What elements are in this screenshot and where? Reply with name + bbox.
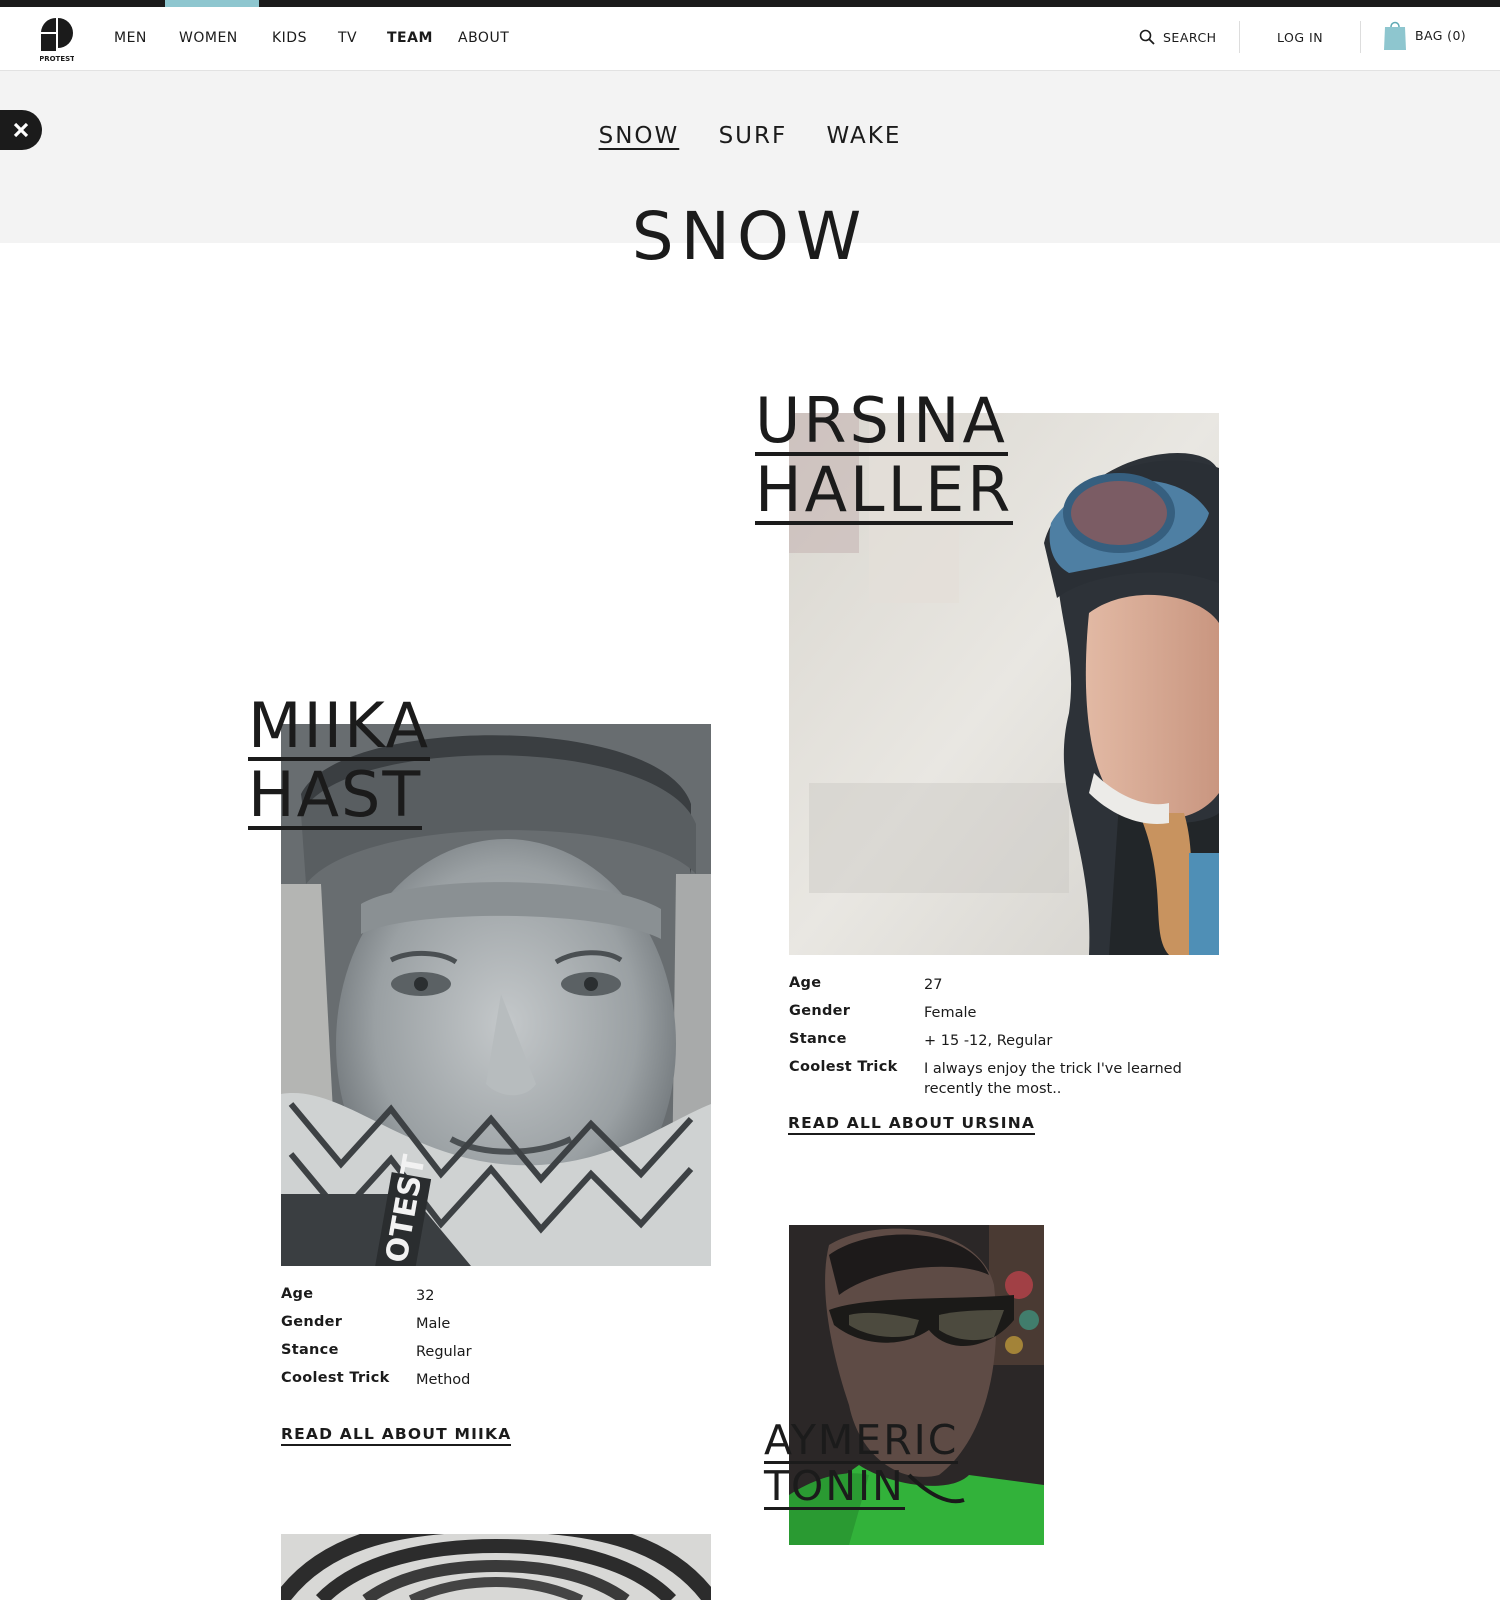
stat-label: Stance [281,1342,339,1358]
header-divider [1239,21,1240,53]
svg-text:PROTEST: PROTEST [40,55,74,63]
rider-first-name: MIIKA [248,689,431,762]
login-link[interactable]: LOG IN [1277,30,1323,45]
stat-row-gender: Gender Male [281,1314,676,1334]
nav-item-women[interactable]: WOMEN [179,30,238,46]
nav-item-men[interactable]: MEN [114,30,147,46]
stat-value: Regular [416,1344,472,1360]
header-divider [1360,21,1361,53]
stat-value: Method [416,1372,471,1388]
rider-first-name: URSINA [755,384,1008,457]
stat-value: I always enjoy the trick I've learned re… [924,1061,1182,1097]
search-icon [1139,29,1155,45]
rider-photo-next[interactable] [281,1534,711,1600]
stat-label: Age [281,1286,314,1302]
search-label: SEARCH [1163,29,1217,45]
nav-item-about[interactable]: ABOUT [458,30,509,46]
read-more-ursina-link[interactable]: READ ALL ABOUT URSINA [788,1114,1036,1135]
stat-row-age: Age 32 [281,1286,676,1306]
protest-logo[interactable]: PROTEST [39,17,75,63]
stat-label: Stance [789,1031,847,1047]
bag-button[interactable]: BAG (0) [1384,19,1466,51]
stat-value: Female [924,1005,977,1021]
site-header: PROTEST MEN WOMEN KIDS TV TEAM ABOUT SEA… [0,7,1500,71]
nav-item-tv[interactable]: TV [338,30,357,46]
stat-row-stance: Stance + 15 -12, Regular [789,1031,1184,1051]
stat-label: Gender [281,1314,343,1330]
rider-first-name: AYMERIC [764,1416,959,1464]
rider-name-miika[interactable]: MIIKA HAST [248,689,431,831]
nav-item-kids[interactable]: KIDS [272,30,307,46]
sport-tabs: SNOW SURF WAKE [0,123,1500,149]
stat-value: 32 [416,1288,435,1304]
shopping-bag-icon [1384,21,1406,50]
tab-snow[interactable]: SNOW [599,123,680,149]
search-button[interactable]: SEARCH [1139,29,1217,45]
rider-name-ursina[interactable]: URSINA HALLER [755,384,1014,526]
nav-active-indicator [165,0,259,7]
nav-item-team[interactable]: TEAM [387,30,433,46]
bag-label: BAG (0) [1415,27,1467,43]
stat-value: Male [416,1316,451,1332]
tab-wake[interactable]: WAKE [827,123,902,149]
stat-row-trick: Coolest Trick Method [281,1370,676,1390]
rider-last-name: HAST [248,758,423,831]
read-more-miika-link[interactable]: READ ALL ABOUT MIIKA [281,1425,512,1446]
rider-last-name: HALLER [755,453,1014,526]
page-title: SNOW [631,198,869,275]
stat-label: Age [789,975,822,991]
stat-row-stance: Stance Regular [281,1342,676,1362]
stat-label: Gender [789,1003,851,1019]
rider-last-name: TONIN [764,1462,905,1510]
stat-value: 27 [924,977,943,993]
rider-stats-miika: Age 32 Gender Male Stance Regular Cooles… [281,1286,676,1398]
tab-surf[interactable]: SURF [719,123,788,149]
stat-row-gender: Gender Female [789,1003,1184,1023]
stat-label: Coolest Trick [789,1059,898,1075]
stat-row-age: Age 27 [789,975,1184,995]
stat-row-trick: Coolest Trick I always enjoy the trick I… [789,1059,1184,1099]
rider-stats-ursina: Age 27 Gender Female Stance + 15 -12, Re… [789,975,1184,1107]
stat-value: + 15 -12, Regular [924,1033,1053,1049]
rider-name-aymeric[interactable]: AYMERIC TONIN [764,1416,959,1510]
stat-label: Coolest Trick [281,1370,390,1386]
